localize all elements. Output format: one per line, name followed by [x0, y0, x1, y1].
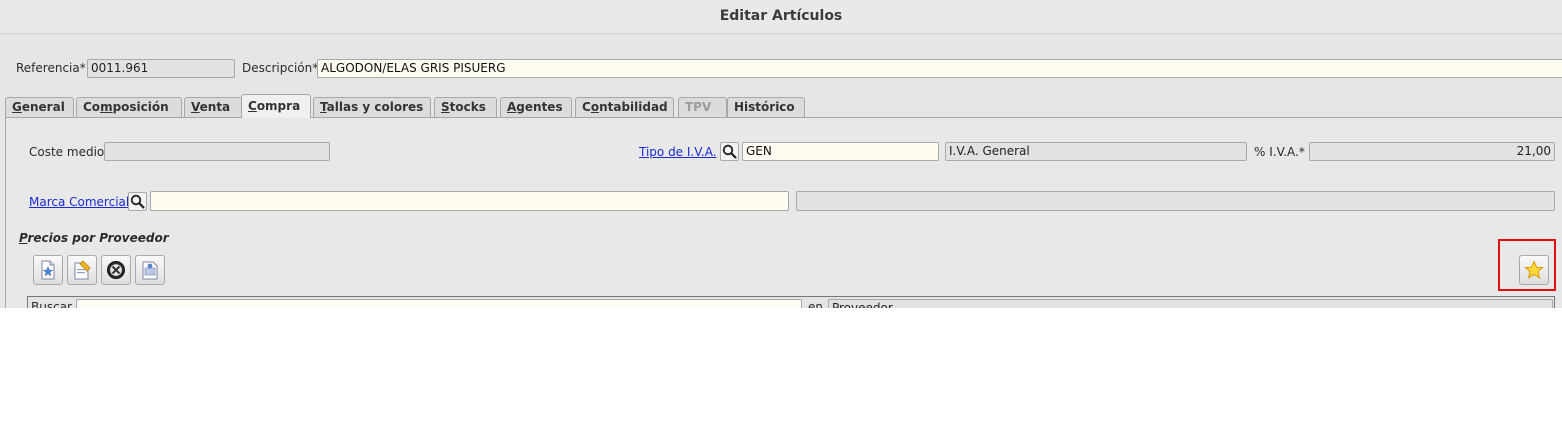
pct-iva-field[interactable]: 21,00: [1309, 142, 1555, 161]
edit-article-window: Editar Artículos Referencia* 0011.961 De…: [0, 0, 1562, 308]
marca-desc-field[interactable]: [796, 191, 1555, 211]
new-record-button[interactable]: [33, 255, 63, 285]
marca-code-field[interactable]: [150, 191, 789, 211]
view-record-button[interactable]: [135, 255, 165, 285]
referencia-label: Referencia*: [16, 61, 86, 75]
edit-record-icon: [74, 260, 91, 280]
window-title: Editar Artículos: [0, 0, 1562, 34]
tab-stocks[interactable]: Stocks: [434, 97, 497, 117]
tab-venta[interactable]: Venta: [184, 97, 242, 117]
pct-iva-label: % I.V.A.*: [1254, 145, 1305, 159]
tipo-iva-search-button[interactable]: [720, 142, 739, 161]
tab-historico[interactable]: Histórico: [727, 97, 805, 117]
edit-record-button[interactable]: [67, 255, 97, 285]
tab-agentes[interactable]: Agentes: [500, 97, 572, 117]
tab-general[interactable]: General: [5, 97, 74, 117]
coste-medio-label: Coste medio: [29, 145, 105, 159]
tab-tallas-colores[interactable]: Tallas y colores: [313, 97, 431, 117]
precios-proveedor-title: Precios por Proveedor: [19, 231, 169, 245]
search-in-label: en: [808, 300, 823, 308]
new-record-icon: [41, 260, 55, 280]
tab-compra[interactable]: Compra: [241, 94, 311, 118]
view-record-icon: [142, 261, 158, 280]
search-icon: [130, 194, 145, 209]
tipo-iva-code-field[interactable]: GEN: [742, 142, 939, 161]
search-input[interactable]: [76, 299, 802, 308]
tab-contabilidad[interactable]: Contabilidad: [575, 97, 674, 117]
delete-record-button[interactable]: [101, 255, 131, 285]
tab-tpv: TPV: [678, 97, 727, 117]
tab-composicion[interactable]: Composición: [76, 97, 182, 117]
tipo-iva-link[interactable]: Tipo de I.V.A.: [639, 145, 717, 159]
referencia-field[interactable]: 0011.961: [87, 59, 235, 78]
marca-comercial-link[interactable]: Marca Comercial: [29, 195, 129, 209]
delete-record-icon: [107, 261, 125, 279]
marca-search-button[interactable]: [128, 192, 147, 211]
descripcion-field[interactable]: ALGODON/ELAS GRIS PISUERG: [317, 59, 1562, 78]
descripcion-label: Descripción*: [242, 61, 319, 75]
tipo-iva-desc-field[interactable]: I.V.A. General: [945, 142, 1247, 161]
coste-medio-field[interactable]: [104, 142, 330, 161]
highlight-box: [1498, 239, 1556, 291]
search-label: Buscar: [31, 300, 72, 308]
search-icon: [722, 144, 737, 159]
search-bar: Buscar en Proveedor: [27, 296, 1555, 308]
search-field-select[interactable]: Proveedor: [828, 299, 1553, 308]
